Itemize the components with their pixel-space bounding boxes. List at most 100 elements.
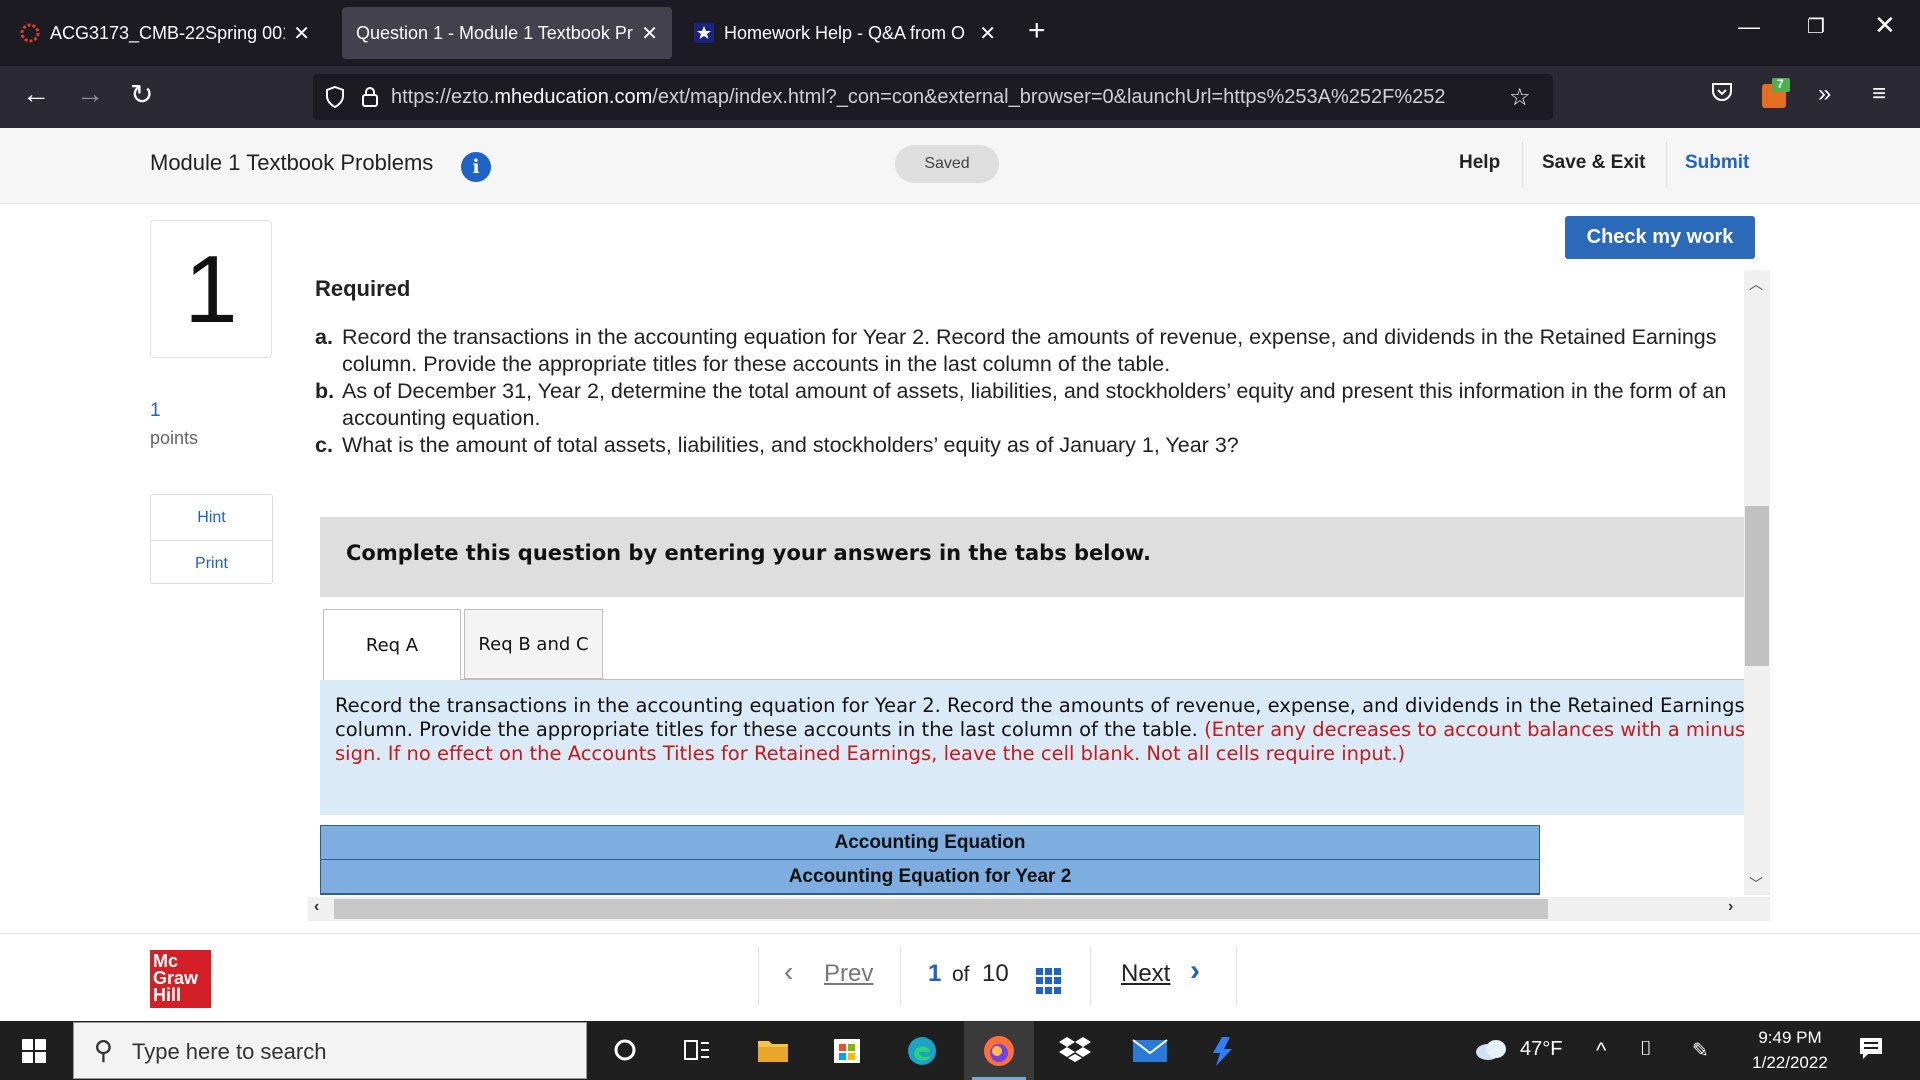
close-icon[interactable]: ✕ [641,21,658,46]
new-tab-button[interactable]: + [1028,14,1046,48]
chevron-left-icon[interactable]: ‹ [784,956,793,988]
tray-chevron-up-icon[interactable]: ^ [1596,1038,1606,1064]
clock-date: 1/22/2022 [1752,1053,1828,1072]
print-button[interactable]: Print [151,540,272,585]
tab-title: Homework Help - Q&A from O [724,22,966,43]
assignment-header: Module 1 Textbook Problems i Saved Help … [0,128,1920,204]
firefox-taskbar-button[interactable] [964,1021,1034,1080]
windows-start-icon[interactable] [22,1039,46,1063]
submit-button[interactable]: Submit [1685,152,1749,174]
requirement-text: What is the amount of total assets, liab… [342,433,1239,457]
minimize-icon[interactable]: — [1738,14,1760,40]
saved-status-badge: Saved [895,145,999,183]
device-icon[interactable]: ⌷ [1640,1038,1652,1061]
dropbox-icon[interactable] [1058,1035,1091,1065]
loading-spinner-icon [20,23,40,43]
mail-icon[interactable] [1132,1035,1168,1065]
table-subheader: Accounting Equation for Year 2 [321,860,1539,894]
points-value: 1 [150,400,161,421]
list-item: c. What is the amount of total assets, l… [315,432,1735,459]
save-exit-button[interactable]: Save & Exit [1542,152,1646,174]
tab-title: ACG3173_CMB-22Spring 00100 [50,22,285,43]
divider [1090,946,1091,1006]
url-bar[interactable]: https://ezto.mheducation.com/ext/map/ind… [313,74,1553,120]
powershell-app-icon[interactable] [1208,1035,1238,1066]
weather-cloud-icon[interactable] [1474,1037,1506,1067]
notification-icon[interactable] [1858,1035,1884,1067]
taskbar-search-input[interactable]: ⚲ Type here to search [73,1022,587,1079]
microsoft-store-icon[interactable] [832,1035,862,1065]
shield-icon[interactable] [325,86,347,108]
divider [900,946,901,1006]
hint-button[interactable]: Hint [151,495,272,540]
question-grid-icon[interactable] [1036,968,1062,994]
vertical-scrollbar[interactable]: ︿ ﹀ [1744,270,1770,895]
file-explorer-icon[interactable] [757,1035,788,1065]
divider [758,946,759,1006]
windows-taskbar: ⚲ Type here to search 47°F ^ ⌷ ✎ 9:49 PM… [0,1021,1920,1080]
extension-icon[interactable]: 7 [1762,77,1790,115]
tab-panel-req-a: Record the transactions in the accountin… [320,680,1744,815]
scroll-down-icon[interactable]: ﹀ [1749,874,1763,894]
weather-temperature[interactable]: 47°F [1520,1038,1562,1061]
overflow-chevron-icon[interactable]: » [1818,80,1831,108]
page-total: 10 [982,960,1009,987]
back-icon[interactable]: ← [22,78,50,110]
scroll-up-icon[interactable]: ︿ [1749,274,1763,294]
search-icon: ⚲ [94,1035,114,1065]
question-content: Required a. Record the transactions in t… [300,270,1744,895]
search-placeholder: Type here to search [132,1039,327,1064]
close-icon[interactable]: ✕ [979,21,996,46]
prev-button[interactable]: Prev [824,960,873,988]
horizontal-scrollbar[interactable]: ‹ › [308,897,1770,921]
help-button[interactable]: Help [1459,152,1500,174]
question-number: 1 [150,220,272,358]
chevron-right-icon[interactable]: › [1190,954,1200,988]
bookmark-star-icon[interactable]: ☆ [1509,83,1531,112]
info-icon[interactable]: i [461,152,491,182]
window-close-icon[interactable]: ✕ [1874,10,1896,41]
page-current: 1 [928,960,942,987]
next-button[interactable]: Next [1121,960,1170,988]
browser-tab-course[interactable]: ACG3173_CMB-22Spring 00100 ✕ [6,7,324,59]
tab-title: Question 1 - Module 1 Textbook Pro [356,22,634,43]
browser-tab-homework-help[interactable]: Homework Help - Q&A from O ✕ [680,7,1010,59]
panel-instructions: Record the transactions in the accountin… [335,694,1744,766]
side-tools: Hint Print [150,494,273,584]
close-icon[interactable]: ✕ [293,21,310,46]
pocket-icon[interactable] [1710,80,1734,111]
menu-icon[interactable]: ≡ [1872,80,1886,108]
requirement-label: a. [315,325,333,349]
browser-tab-strip: ACG3173_CMB-22Spring 00100 ✕ Question 1 … [0,0,1920,66]
requirements-list: a. Record the transactions in the accoun… [315,324,1735,459]
lock-icon[interactable] [361,86,379,108]
check-my-work-button[interactable]: Check my work [1565,216,1755,259]
task-view-icon[interactable] [682,1035,712,1065]
requirement-label: b. [315,379,335,403]
cortana-icon[interactable] [610,1035,640,1065]
list-item: b. As of December 31, Year 2, determine … [315,378,1735,432]
scroll-right-icon[interactable]: › [1728,898,1733,916]
tab-req-a[interactable]: Req A [323,609,461,680]
reload-icon[interactable]: ↻ [130,78,153,111]
system-clock[interactable]: 9:49 PM 1/22/2022 [1745,1025,1835,1075]
question-footer: Mc Graw Hill ‹ Prev 1 of 10 Next › [0,933,1920,1021]
divider [1522,142,1523,188]
forward-icon[interactable]: → [76,78,104,110]
browser-tab-question[interactable]: Question 1 - Module 1 Textbook Pro ✕ [342,7,672,59]
instructions-text: Complete this question by entering your … [346,541,1151,565]
pen-icon[interactable]: ✎ [1692,1038,1709,1063]
scroll-thumb[interactable] [334,899,1548,919]
page-of: of [952,963,970,986]
url-text[interactable]: https://ezto.mheducation.com/ext/map/ind… [391,86,1501,109]
restore-icon[interactable]: ❐ [1807,14,1825,39]
scroll-thumb[interactable] [1745,506,1769,666]
tab-req-b-and-c[interactable]: Req B and C [464,609,603,679]
scroll-left-icon[interactable]: ‹ [314,898,319,916]
clock-time: 9:49 PM [1758,1028,1822,1047]
requirement-label: c. [315,433,333,457]
edge-icon[interactable] [906,1035,936,1065]
divider [1666,142,1667,188]
list-item: a. Record the transactions in the accoun… [315,324,1735,378]
table-header: Accounting Equation [321,826,1539,860]
